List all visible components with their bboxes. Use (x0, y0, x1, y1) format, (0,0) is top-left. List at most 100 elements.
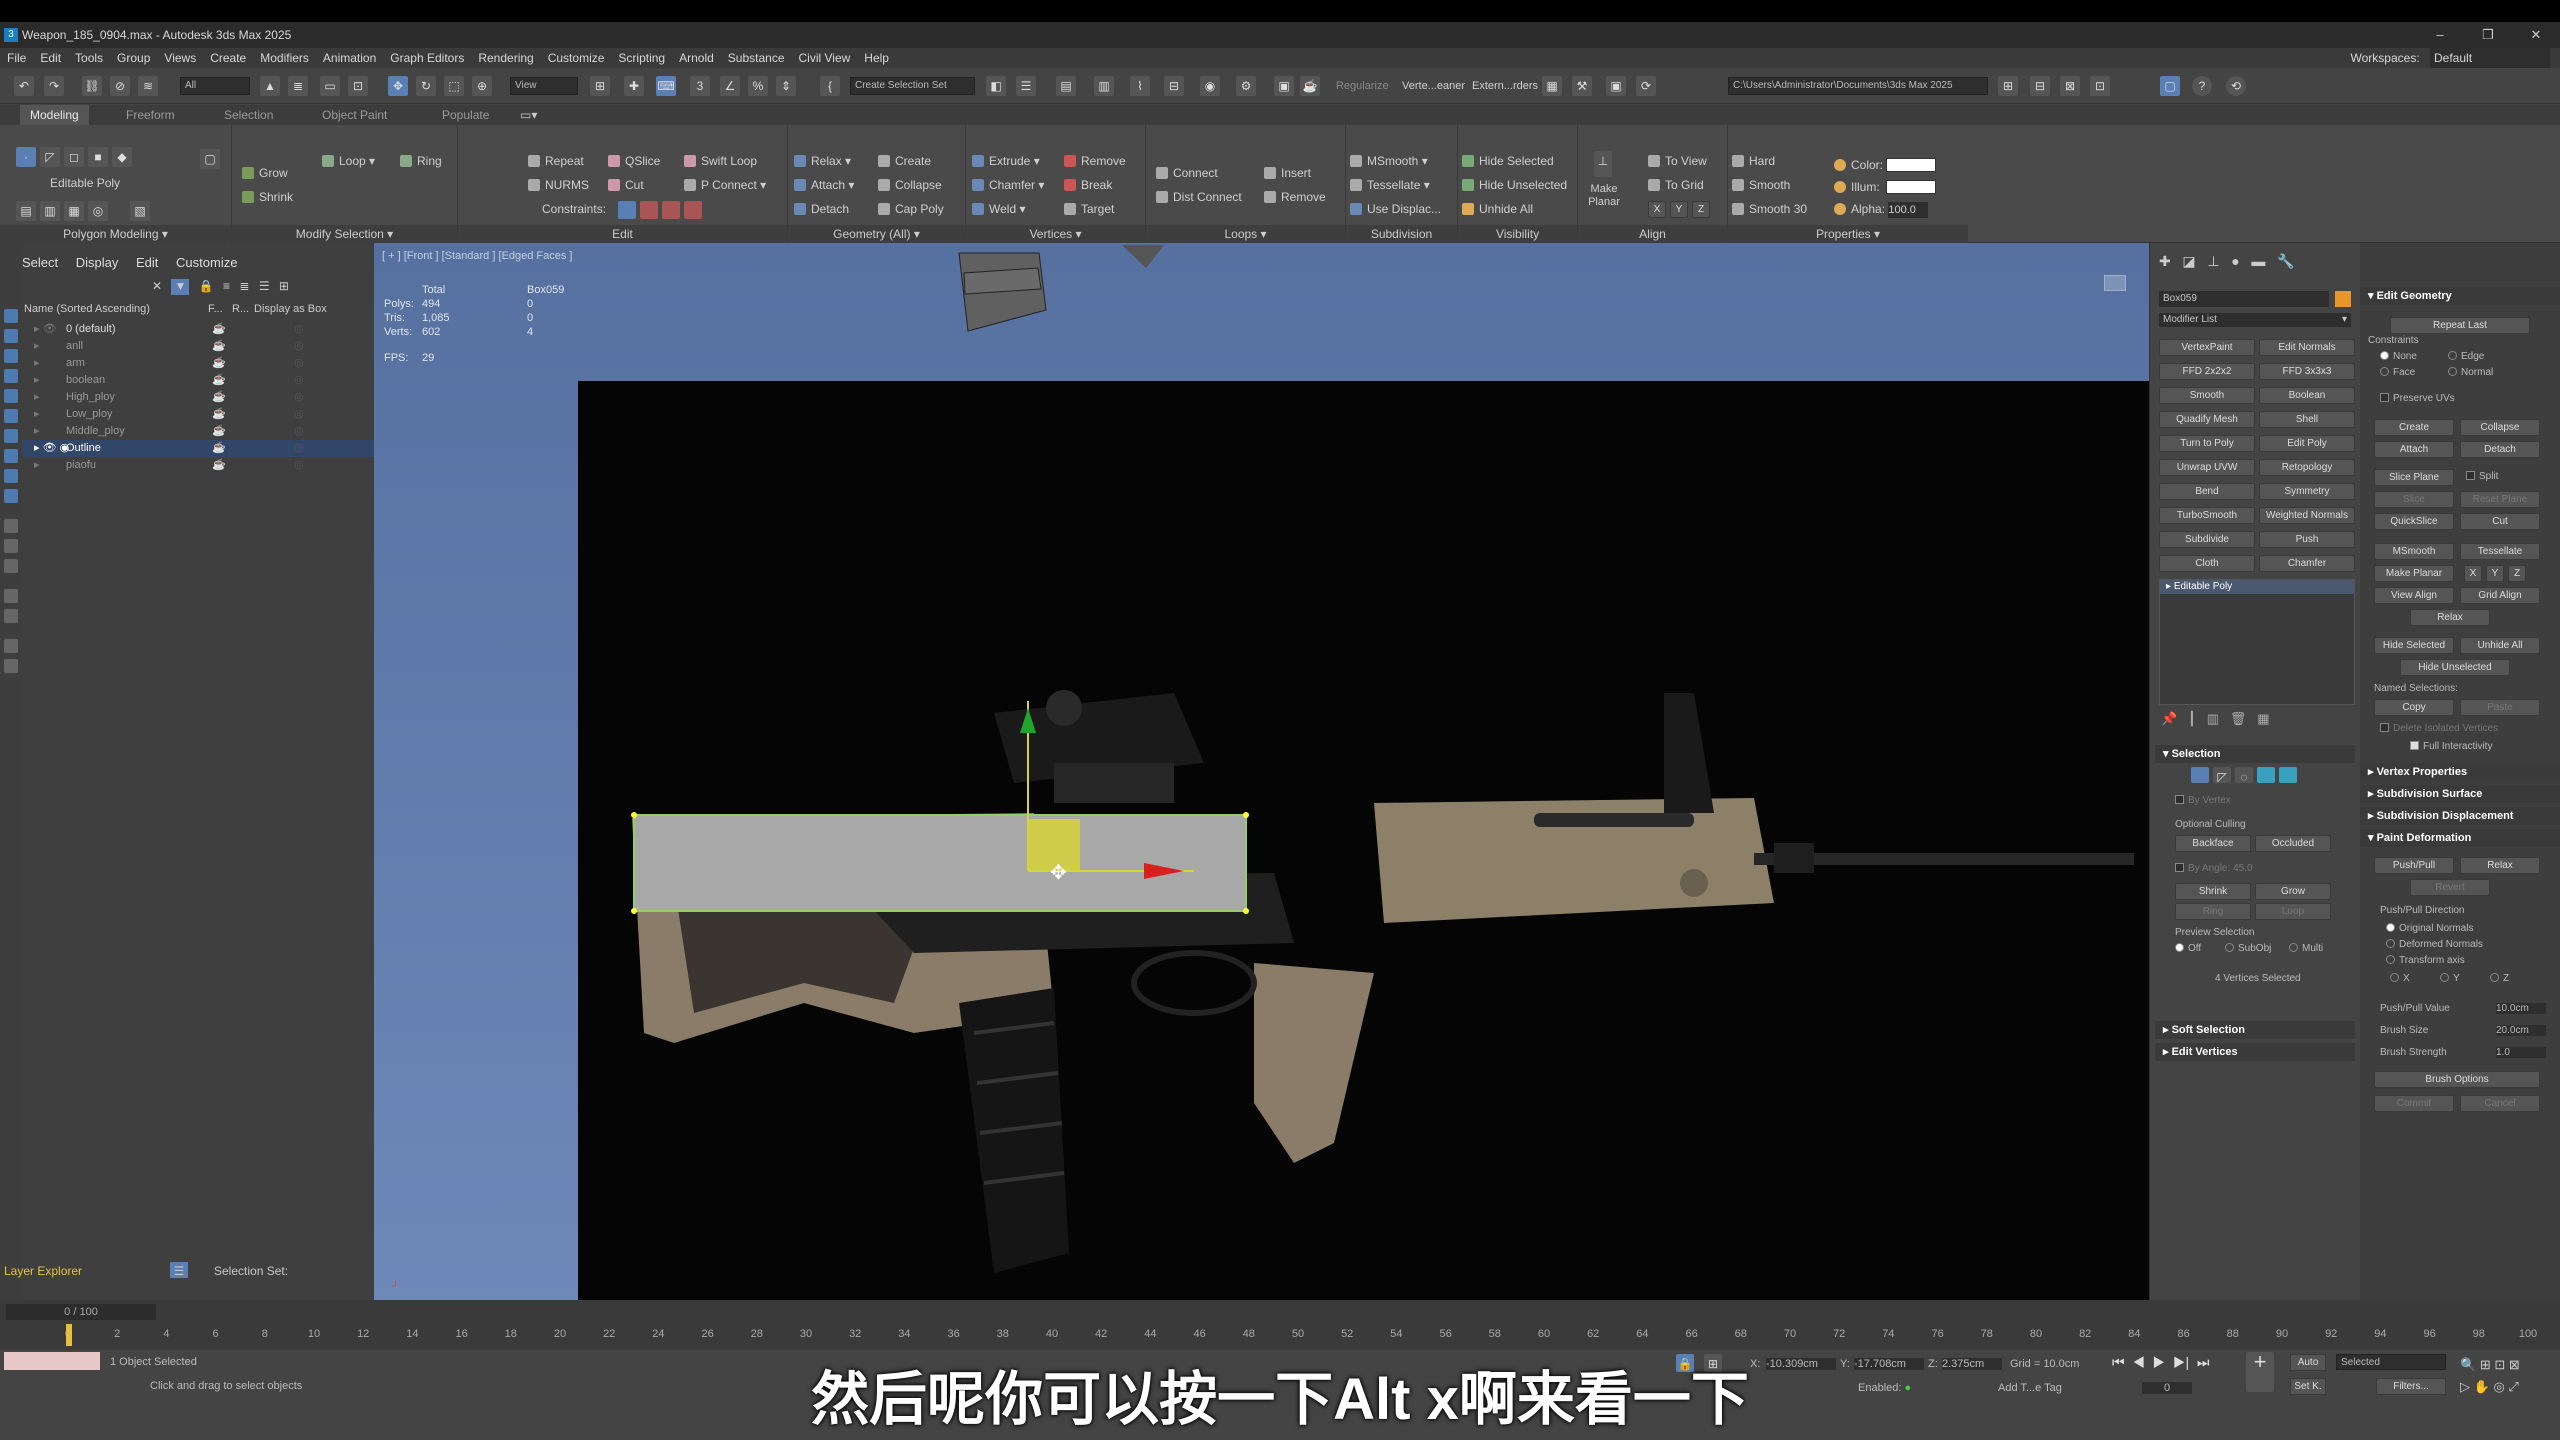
filter-containers-icon[interactable] (4, 489, 18, 503)
sel-poly-icon[interactable] (2257, 767, 2275, 783)
axis-x-radio[interactable]: X (2390, 973, 2410, 984)
constraint-face-icon[interactable] (662, 201, 680, 219)
render-toggle-icon[interactable]: ☕ (212, 457, 226, 474)
polygon-modeling-label[interactable]: Polygon Modeling ▾ (0, 225, 231, 243)
edit-vertices-rollout[interactable]: ▸ Edit Vertices (2155, 1043, 2355, 1061)
modifier-button[interactable]: Subdivide (2159, 531, 2255, 548)
subdivision-displacement-rollout[interactable]: ▸ Subdivision Displacement (2360, 807, 2560, 825)
grow-button[interactable]: Grow (242, 165, 288, 181)
preview-subobj-radio[interactable]: SubObj (2225, 943, 2271, 954)
angle-snap-icon[interactable]: ∠ (720, 76, 740, 96)
grow-sel-button[interactable]: Grow (2255, 883, 2331, 900)
filter-invert-icon[interactable] (4, 609, 18, 623)
delete-isolated-checkbox[interactable]: Delete Isolated Vertices (2380, 723, 2498, 734)
menu-views[interactable]: Views (157, 48, 203, 68)
loop-button[interactable]: Loop ▾ (322, 153, 375, 169)
extrude-button[interactable]: Extrude ▾ (972, 153, 1040, 169)
illum-swatch[interactable] (1886, 180, 1937, 194)
collapse-button[interactable]: Collapse (878, 177, 942, 193)
vertex-properties-rollout[interactable]: ▸ Vertex Properties (2360, 763, 2560, 781)
modifier-button[interactable]: TurboSmooth (2159, 507, 2255, 524)
mirror-icon[interactable]: ◧ (986, 76, 1006, 96)
alpha-input[interactable]: 100.0 (1888, 202, 1929, 218)
menu-help[interactable]: Help (857, 48, 896, 68)
filter-helpers-icon[interactable] (4, 389, 18, 403)
box-toggle-icon[interactable]: ◎ (294, 355, 304, 372)
constraint-edge-radio[interactable]: Edge (2448, 351, 2484, 362)
object-name-input[interactable]: Box059 (2159, 291, 2329, 307)
push-pull-button[interactable]: Push/Pull (2374, 857, 2454, 874)
selection-rollout[interactable]: ▾ Selection (2155, 745, 2355, 763)
modifier-button[interactable]: Boolean (2259, 387, 2355, 404)
soft-selection-rollout[interactable]: ▸ Soft Selection (2155, 1021, 2355, 1039)
modifier-button[interactable]: FFD 2x2x2 (2159, 363, 2255, 380)
viewport-layout-icon[interactable]: ▢ (2160, 76, 2180, 96)
expand-icon[interactable]: ▸ (34, 338, 40, 355)
planar-z-button[interactable]: Z (2508, 565, 2526, 582)
project-icon-2[interactable]: ⊟ (2030, 76, 2050, 96)
hard-button[interactable]: Hard (1732, 153, 1775, 169)
project-path-dropdown[interactable]: C:\Users\Administrator\Documents\3ds Max… (1728, 77, 1988, 95)
render-toggle-icon[interactable]: ☕ (212, 406, 226, 423)
properties-label[interactable]: Properties ▾ (1728, 225, 1968, 243)
render-icon[interactable]: ☕ (1300, 76, 1320, 96)
layer-row-selected[interactable]: ▸ 👁 ◉ Outline ☕ ◎ (22, 440, 374, 457)
menu-customize[interactable]: Customize (541, 48, 612, 68)
expand-icon[interactable]: ▸ (34, 355, 40, 372)
constraint-edge-icon[interactable] (640, 201, 658, 219)
transform-axis-radio[interactable]: Transform axis (2386, 955, 2465, 966)
modifier-button[interactable]: VertexPaint (2159, 339, 2255, 356)
msmooth-button[interactable]: MSmooth (2374, 543, 2454, 560)
target-button[interactable]: Target (1064, 201, 1114, 217)
box-toggle-icon[interactable]: ◎ (294, 389, 304, 406)
minimize-icon[interactable]: – (2420, 22, 2460, 48)
modifier-list-dropdown[interactable]: Modifier List ▾ (2159, 313, 2351, 327)
named-selection-dropdown[interactable]: Create Selection Set (850, 77, 975, 95)
motion-tab-icon[interactable]: ● (2231, 253, 2239, 269)
render-toggle-icon[interactable]: ☕ (212, 440, 226, 457)
percent-snap-icon[interactable]: % (748, 76, 768, 96)
sel-element-icon[interactable] (2279, 767, 2297, 783)
modify-icon-4[interactable]: ◎ (88, 201, 108, 221)
constraint-none-icon[interactable] (618, 201, 636, 219)
hierarchy-tab-icon[interactable]: ⊥ (2207, 253, 2219, 269)
selection-filter-dropdown[interactable]: All (180, 77, 250, 95)
menu-edit[interactable]: Edit (33, 48, 68, 68)
close-search-icon[interactable]: ✕ (152, 279, 162, 293)
rendered-frame-icon[interactable]: ▣ (1274, 76, 1294, 96)
viewport-front[interactable]: [ + ] [Front ] [Standard ] [Edged Faces … (374, 243, 2149, 1300)
select-object-icon[interactable]: ▲ (260, 76, 280, 96)
paste-button[interactable]: Paste (2460, 699, 2540, 716)
render-toggle-icon[interactable]: ☕ (212, 372, 226, 389)
tessellate-button[interactable]: Tessellate (2460, 543, 2540, 560)
brush-strength-input[interactable]: 1.0 (2496, 1047, 2546, 1058)
revert-button[interactable]: Revert (2410, 879, 2490, 896)
copy-button[interactable]: Copy (2374, 699, 2454, 716)
hide-unselected-button[interactable]: Hide Unselected (2400, 659, 2510, 676)
create-button[interactable]: Create (878, 153, 931, 169)
cut-button[interactable]: Cut (608, 177, 644, 193)
box-toggle-icon[interactable]: ◎ (294, 321, 304, 338)
to-grid-button[interactable]: To Grid (1648, 177, 1704, 193)
tab-populate[interactable]: Populate (442, 105, 489, 125)
msmooth-button[interactable]: MSmooth ▾ (1350, 153, 1428, 169)
filter-xrefs-icon[interactable] (4, 449, 18, 463)
make-planar-button[interactable]: Make Planar (2374, 565, 2454, 582)
ring-button[interactable]: Ring (400, 153, 442, 169)
cut-button[interactable]: Cut (2460, 513, 2540, 530)
to-view-button[interactable]: To View (1648, 153, 1707, 169)
redo-icon[interactable]: ↷ (44, 76, 64, 96)
modify-icon-2[interactable]: ▥ (40, 201, 60, 221)
expand-icon[interactable]: ▸ 👁 (34, 321, 57, 338)
constraint-normal-radio[interactable]: Normal (2448, 367, 2493, 378)
modifier-button[interactable]: Unwrap UVW (2159, 459, 2255, 476)
add-to-layer-icon[interactable]: ≣ (239, 279, 249, 293)
filter-cameras-icon[interactable] (4, 369, 18, 383)
box-toggle-icon[interactable]: ◎ (294, 457, 304, 474)
make-unique-icon[interactable]: ▥ (2207, 711, 2219, 726)
create-button[interactable]: Create (2374, 419, 2454, 436)
planar-y-button[interactable]: Y (2486, 565, 2504, 582)
schematic-view-icon[interactable]: ⊟ (1164, 76, 1184, 96)
time-cursor[interactable] (66, 1324, 72, 1346)
grid-align-button[interactable]: Grid Align (2460, 587, 2540, 604)
